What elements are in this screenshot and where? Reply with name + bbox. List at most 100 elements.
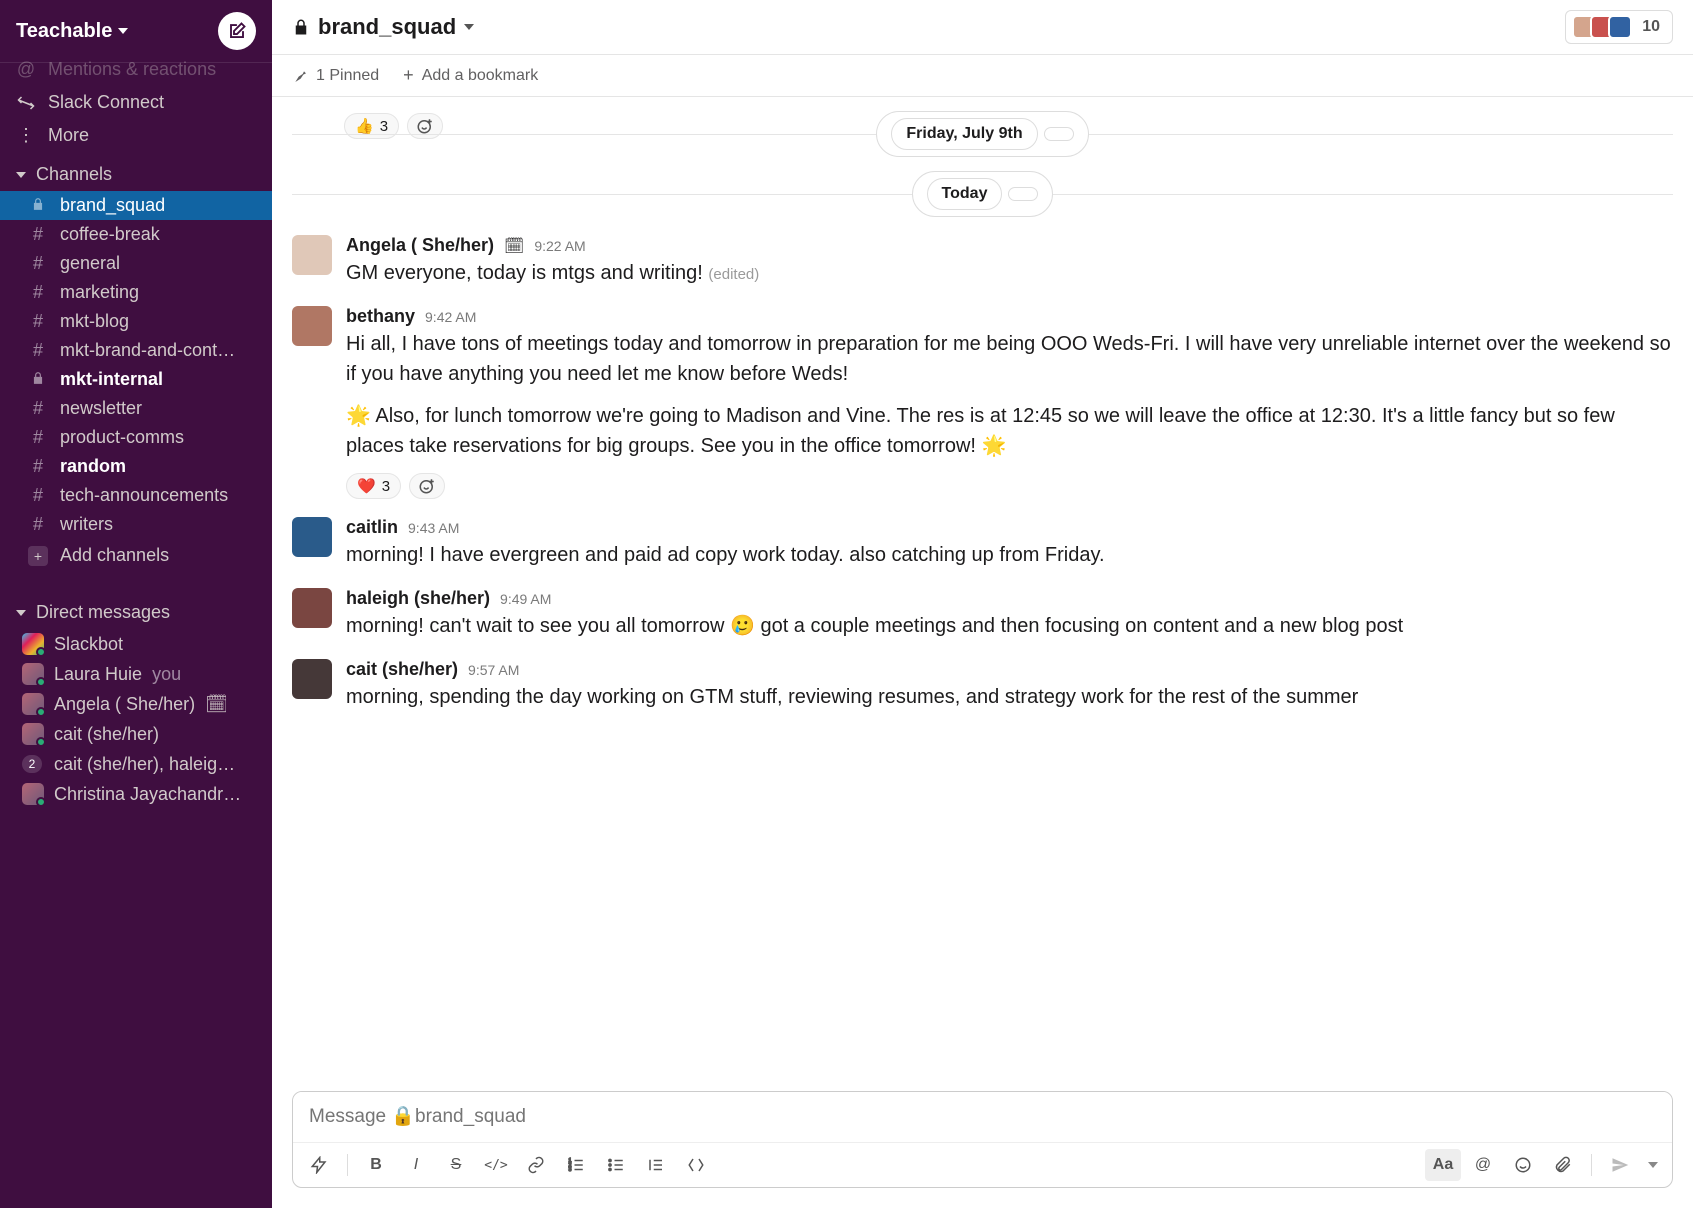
channel-item-product-comms[interactable]: #product-comms [0, 423, 272, 452]
hash-icon: # [28, 427, 48, 448]
dm-label: Slackbot [54, 634, 123, 655]
channel-label: marketing [60, 282, 139, 303]
author-name[interactable]: haleigh (she/her) [346, 588, 490, 609]
svg-text:3: 3 [569, 1167, 572, 1173]
author-name[interactable]: Angela ( She/her) [346, 235, 494, 256]
workspace-switcher[interactable]: Teachable [16, 20, 128, 43]
smile-icon [1514, 1156, 1532, 1174]
dms-section-toggle[interactable]: Direct messages [0, 590, 272, 629]
message[interactable]: haleigh (she/her) 9:49 AM morning! can't… [292, 588, 1673, 641]
nav-mentions[interactable]: @ Mentions & reactions [0, 53, 272, 86]
pinned-button[interactable]: 1 Pinned [292, 67, 379, 85]
shortcuts-button[interactable] [301, 1149, 337, 1181]
avatar[interactable] [292, 306, 332, 346]
main-pane: brand_squad 10 1 Pinned + Add a bookmark… [272, 0, 1693, 1208]
avatar[interactable] [292, 517, 332, 557]
blockquote-button[interactable] [638, 1149, 674, 1181]
message[interactable]: cait (she/her) 9:57 AM morning, spending… [292, 659, 1673, 712]
avatar[interactable] [292, 659, 332, 699]
channel-item-brand-squad[interactable]: brand_squad [0, 191, 272, 220]
link-button[interactable] [518, 1149, 554, 1181]
bold-button[interactable]: B [358, 1149, 394, 1181]
compose-button[interactable] [218, 12, 256, 50]
message[interactable]: bethany 9:42 AM Hi all, I have tons of m… [292, 306, 1673, 499]
bullet-list-button[interactable] [598, 1149, 634, 1181]
code-button[interactable]: </> [478, 1149, 514, 1181]
reaction-heart[interactable]: ❤️ 3 [346, 473, 401, 499]
dm-item[interactable]: cait (she/her) [0, 719, 272, 749]
message-text: morning, spending the day working on GTM… [346, 682, 1673, 712]
channel-item-newsletter[interactable]: #newsletter [0, 394, 272, 423]
avatar[interactable] [292, 588, 332, 628]
add-bookmark-button[interactable]: + Add a bookmark [403, 65, 538, 86]
message-time[interactable]: 9:42 AM [425, 309, 476, 325]
author-name[interactable]: bethany [346, 306, 415, 327]
nav-slack-connect[interactable]: Slack Connect [0, 86, 272, 119]
channel-label: tech-announcements [60, 485, 228, 506]
edited-label: (edited) [708, 266, 759, 283]
message[interactable]: caitlin 9:43 AM morning! I have evergree… [292, 517, 1673, 570]
channel-item-mkt-internal[interactable]: mkt-internal [0, 365, 272, 394]
strike-button[interactable]: S [438, 1149, 474, 1181]
dm-item[interactable]: Slackbot [0, 629, 272, 659]
message[interactable]: Angela ( She/her) 🗓 9:22 AM GM everyone,… [292, 235, 1673, 288]
dm-item[interactable]: Christina Jayachandr… [0, 779, 272, 809]
message-time[interactable]: 9:43 AM [408, 520, 459, 536]
dm-item[interactable]: Laura Huie you [0, 659, 272, 689]
dm-item[interactable]: Angela ( She/her) 🗓 [0, 689, 272, 719]
message-list[interactable]: 👍 3 Friday, July 9th Today A [272, 97, 1693, 1091]
nav-more-label: More [48, 125, 89, 146]
channel-item-random[interactable]: #random [0, 452, 272, 481]
members-button[interactable]: 10 [1565, 10, 1673, 44]
nav-more[interactable]: ⋮ More [0, 119, 272, 152]
send-options-button[interactable] [1642, 1149, 1664, 1181]
attach-button[interactable] [1545, 1149, 1581, 1181]
date-pill-button[interactable]: Friday, July 9th [876, 111, 1088, 157]
message-time[interactable]: 9:57 AM [468, 662, 519, 678]
ordered-list-button[interactable]: 123 [558, 1149, 594, 1181]
dm-item[interactable]: 2cait (she/her), haleig… [0, 749, 272, 779]
channel-item-coffee-break[interactable]: #coffee-break [0, 220, 272, 249]
reaction-count: 3 [382, 478, 390, 495]
hash-icon: # [28, 456, 48, 477]
message-text: morning! can't wait to see you all tomor… [346, 611, 1673, 641]
add-channels[interactable]: + Add channels [0, 539, 272, 572]
avatar [22, 693, 44, 715]
channel-label: brand_squad [60, 195, 165, 216]
channel-item-marketing[interactable]: #marketing [0, 278, 272, 307]
channel-item-mkt-brand-and-cont-[interactable]: #mkt-brand-and-cont… [0, 336, 272, 365]
codeblock-button[interactable] [678, 1149, 714, 1181]
you-label: you [152, 664, 181, 685]
format-toggle-button[interactable]: Aa [1425, 1149, 1461, 1181]
chevron-down-icon [16, 172, 26, 178]
author-name[interactable]: cait (she/her) [346, 659, 458, 680]
channels-section-toggle[interactable]: Channels [0, 152, 272, 191]
add-reaction-button[interactable] [409, 473, 445, 499]
code-icon: </> [484, 1158, 507, 1173]
blockquote-icon [647, 1156, 665, 1174]
chevron-down-icon [1008, 187, 1038, 201]
avatar: 2 [22, 753, 44, 775]
mention-button[interactable]: @ [1465, 1149, 1501, 1181]
dms-section-label: Direct messages [36, 602, 170, 623]
channel-item-general[interactable]: #general [0, 249, 272, 278]
message-time[interactable]: 9:49 AM [500, 591, 551, 607]
channel-title-button[interactable]: brand_squad [292, 14, 474, 40]
member-avatars [1572, 15, 1632, 39]
channel-list: brand_squad#coffee-break#general#marketi… [0, 191, 272, 539]
italic-button[interactable]: I [398, 1149, 434, 1181]
compose-input[interactable] [293, 1092, 1672, 1142]
author-name[interactable]: caitlin [346, 517, 398, 538]
date-pill-button[interactable]: Today [912, 171, 1054, 217]
channel-item-tech-announcements[interactable]: #tech-announcements [0, 481, 272, 510]
plus-icon: + [403, 65, 414, 86]
emoji-button[interactable] [1505, 1149, 1541, 1181]
channel-item-writers[interactable]: #writers [0, 510, 272, 539]
message-time[interactable]: 9:22 AM [534, 238, 585, 254]
author-status-emoji: 🗓 [504, 236, 524, 256]
avatar [22, 663, 44, 685]
avatar[interactable] [292, 235, 332, 275]
channel-item-mkt-blog[interactable]: #mkt-blog [0, 307, 272, 336]
send-button[interactable] [1602, 1149, 1638, 1181]
slack-connect-icon [16, 94, 36, 112]
